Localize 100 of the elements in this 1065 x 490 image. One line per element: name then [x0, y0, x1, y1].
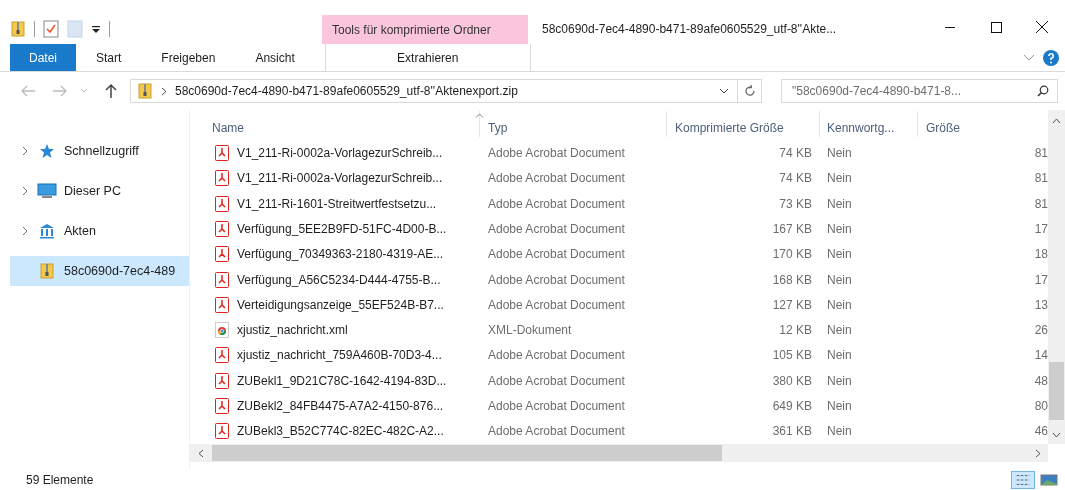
file-name: V1_211-Ri-0002a-VorlagezurSchreib... [237, 145, 443, 163]
ribbon-tab[interactable]: Ansicht [235, 44, 315, 71]
scroll-left-icon[interactable] [198, 448, 204, 458]
file-size: 46 [1033, 423, 1048, 441]
dropdown-chevron-icon[interactable] [719, 88, 729, 94]
file-size: 17 [1033, 220, 1048, 238]
pdf-file-icon [215, 246, 229, 263]
zip-folder-icon [39, 263, 55, 279]
compressed-size: 361 KB [771, 423, 813, 441]
scroll-right-icon[interactable] [1035, 448, 1041, 458]
column-header[interactable]: Größe [918, 111, 1048, 138]
window-title: 58c0690d-7ec4-4890-b471-89afe0605529_utf-8''Akte... [542, 21, 837, 38]
up-arrow-icon[interactable] [104, 83, 118, 99]
password-protected: Nein [826, 296, 853, 314]
file-row[interactable]: xjustiz_nachricht_759A460B-70D3-4... Adobe Acrobat Document 105 KB Nein 14 [190, 342, 1048, 369]
compressed-size: 74 KB [778, 145, 813, 163]
column-header[interactable]: Typ [480, 111, 667, 138]
search-field[interactable]: "58c0690d-7ec4-4890-b471-8... [781, 79, 1058, 103]
file-name: Verfügung_5EE2B9FD-51FC-4D00-B... [237, 220, 447, 238]
file-size: 81 [1033, 170, 1048, 188]
file-type: Adobe Acrobat Document [487, 296, 626, 314]
ribbon-tab[interactable]: Extrahieren [324, 44, 531, 71]
zip-folder-icon [137, 83, 153, 99]
file-name: Verfügung_A56C5234-D444-4755-B... [237, 271, 441, 289]
file-size: 26 [1033, 322, 1048, 340]
sidebar-item[interactable]: Schnellzugriff [10, 136, 189, 166]
column-header[interactable]: Kennwortg... [820, 111, 918, 138]
file-size: 80 [1033, 398, 1048, 416]
password-protected: Nein [826, 347, 853, 365]
file-row[interactable]: ZUBekl2_84FB4475-A7A2-4150-876... Adobe Acrobat Document 649 KB Nein 80 [190, 393, 1048, 419]
file-type: Adobe Acrobat Document [487, 423, 626, 441]
file-row[interactable]: V1_211-Ri-0002a-VorlagezurSchreib... Adobe Acrobat Document 74 KB Nein 81 [190, 165, 1048, 192]
file-type: Adobe Acrobat Document [487, 372, 626, 390]
column-header[interactable]: Name [190, 111, 480, 138]
expand-chevron-icon[interactable] [21, 226, 29, 236]
file-size: 13 [1033, 296, 1048, 314]
scrollbar-thumb[interactable] [1049, 362, 1064, 420]
file-row[interactable]: Verfügung_5EE2B9FD-51FC-4D00-B... Adobe Acrobat Document 167 KB Nein 17 [190, 216, 1048, 242]
file-type: Adobe Acrobat Document [487, 347, 626, 365]
password-protected: Nein [826, 271, 853, 289]
details-view-icon[interactable] [1011, 471, 1035, 489]
pdf-file-icon [215, 423, 229, 440]
file-type: Adobe Acrobat Document [487, 271, 626, 289]
item-count: 59 Elemente [26, 472, 94, 489]
ribbon-tab[interactable]: Datei [10, 44, 76, 71]
pdf-file-icon [215, 220, 229, 237]
breadcrumb-chevron-icon [161, 86, 167, 96]
pdf-file-icon [215, 195, 229, 212]
horizontal-scrollbar[interactable] [190, 444, 1048, 462]
vertical-scrollbar[interactable] [1048, 110, 1065, 444]
help-icon[interactable] [1043, 49, 1059, 66]
compressed-size: 380 KB [771, 372, 813, 390]
file-name: ZUBekl1_9D21C78C-1642-4194-83D... [237, 372, 447, 390]
pdf-file-icon [215, 170, 229, 187]
expand-ribbon-chevron-icon[interactable] [1023, 53, 1035, 62]
refresh-icon[interactable] [743, 85, 756, 97]
scroll-up-icon[interactable] [1052, 118, 1061, 124]
file-row[interactable]: ZUBekl1_9D21C78C-1642-4194-83D... Adobe Acrobat Document 380 KB Nein 48 [190, 368, 1048, 394]
file-row[interactable]: Verfügung_A56C5234-D444-4755-B... Adobe Acrobat Document 168 KB Nein 17 [190, 266, 1048, 293]
search-icon [1037, 85, 1049, 97]
scrollbar-thumb[interactable] [212, 445, 722, 461]
file-name: ZUBekl2_84FB4475-A7A2-4150-876... [237, 398, 444, 416]
zip-folder-icon [10, 21, 26, 37]
large-icons-view-icon[interactable] [1039, 472, 1059, 488]
password-protected: Nein [826, 220, 853, 238]
file-size: 17 [1033, 271, 1048, 289]
file-row[interactable]: xjustiz_nachricht.xml XML-Dokument 12 KB Nein 26 [190, 317, 1048, 343]
file-name: V1_211-Ri-1601-Streitwertfestsetzu... [237, 195, 437, 213]
properties-check-icon[interactable] [43, 20, 59, 38]
password-protected: Nein [826, 423, 853, 441]
compressed-size: 168 KB [771, 271, 813, 289]
file-type: Adobe Acrobat Document [487, 220, 626, 238]
compressed-size: 73 KB [778, 195, 813, 213]
expand-chevron-icon[interactable] [21, 146, 29, 156]
file-row[interactable]: Verfügung_70349363-2180-4319-AE... Adobe Acrobat Document 170 KB Nein 18 [190, 241, 1048, 267]
file-type: Adobe Acrobat Document [487, 246, 626, 264]
file-row[interactable]: Verteidigungsanzeige_55EF524B-B7... Adobe Acrobat Document 127 KB Nein 13 [190, 292, 1048, 318]
search-input[interactable]: "58c0690d-7ec4-4890-b471-8... [792, 82, 1037, 100]
ribbon-tab[interactable]: Start [76, 44, 142, 71]
file-type: XML-Dokument [487, 322, 573, 340]
file-row[interactable]: ZUBekl3_B52C774C-82EC-482C-A2... Adobe Acrobat Document 361 KB Nein 46 [190, 418, 1048, 444]
scroll-down-icon[interactable] [1052, 432, 1061, 438]
ribbon-tab[interactable]: Freigeben [141, 44, 236, 71]
address-bar[interactable]: 58c0690d-7ec4-4890-b471-89afe0605529_utf-8''Aktenexport.zip [130, 79, 762, 103]
file-row[interactable]: V1_211-Ri-1601-Streitwertfestsetzu... Adobe Acrobat Document 73 KB Nein 81 [190, 191, 1048, 217]
file-name: Verfügung_70349363-2180-4319-AE... [237, 246, 444, 264]
sidebar-item[interactable]: Akten [10, 216, 189, 246]
file-size: 81 [1033, 145, 1048, 163]
column-header[interactable]: Komprimierte Größe [667, 111, 820, 138]
password-protected: Nein [826, 398, 853, 416]
password-protected: Nein [826, 145, 853, 163]
file-size: 48 [1033, 372, 1048, 390]
customize-dropdown-icon[interactable] [91, 24, 101, 34]
file-name: xjustiz_nachricht_759A460B-70D3-4... [237, 347, 442, 365]
sidebar-item[interactable]: Dieser PC [10, 176, 189, 206]
expand-chevron-icon[interactable] [21, 186, 29, 196]
sidebar-item[interactable]: 58c0690d-7ec4-489 [10, 256, 189, 286]
file-row[interactable]: V1_211-Ri-0002a-VorlagezurSchreib... Adobe Acrobat Document 74 KB Nein 81 [190, 140, 1048, 166]
file-name: V1_211-Ri-0002a-VorlagezurSchreib... [237, 170, 443, 188]
compressed-size: 127 KB [771, 296, 813, 314]
